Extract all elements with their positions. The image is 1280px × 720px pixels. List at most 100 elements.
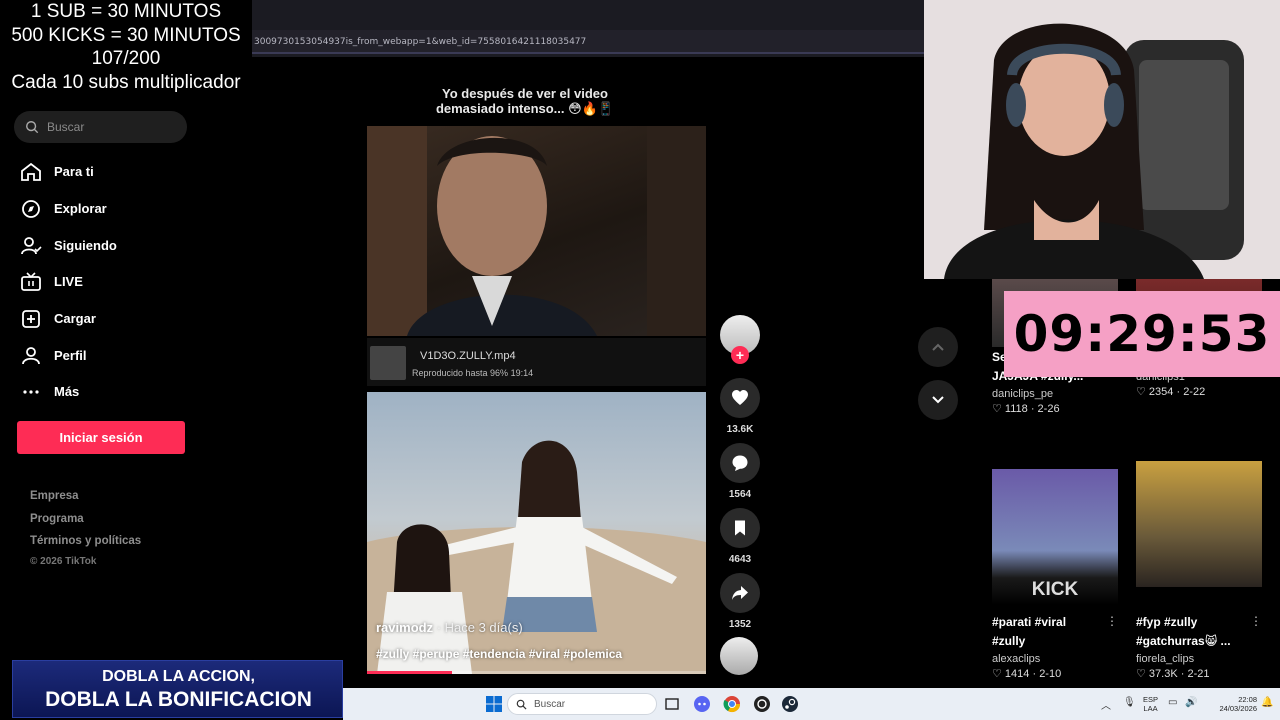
search-icon [516, 699, 527, 710]
related-stats: ♡ 37.3K · 2-21 [1136, 668, 1210, 680]
share-count: 1352 [728, 619, 752, 630]
network-icon[interactable]: ▭ [1168, 697, 1177, 708]
promo-line-1: DOBLA LA ACCION, [102, 668, 255, 685]
webcam-feed [924, 0, 1280, 279]
comment-action[interactable]: 1564 [720, 443, 760, 500]
related-title-line-2: #zully [992, 634, 1026, 648]
search-placeholder: Buscar [47, 120, 85, 134]
home-icon [21, 162, 41, 181]
related-thumbnail [1136, 461, 1262, 587]
url-text: 3009730153054937is_from_webapp=1&web_id=… [254, 37, 587, 47]
nav-item-para-ti[interactable]: Para ti [20, 160, 190, 184]
login-button[interactable]: Iniciar sesión [17, 421, 185, 454]
following-icon [21, 237, 42, 255]
tray-chevron-up-icon[interactable]: ︿ [1101, 697, 1111, 712]
file-progress: Reproducido hasta 96% 19:14 [412, 368, 534, 378]
nav-item-siguiendo[interactable]: Siguiendo [20, 234, 190, 258]
comment-icon [732, 455, 748, 471]
video-progress-bar[interactable] [367, 671, 706, 674]
taskbar-search[interactable]: Buscar [507, 693, 657, 715]
discord-icon[interactable] [693, 695, 711, 713]
more-options-icon[interactable]: ⋮ [1106, 614, 1118, 628]
related-title-line-1: #parati #viral [992, 615, 1067, 629]
microphone-icon[interactable]: 🎙 [1123, 697, 1136, 708]
author-name: ravimodz [376, 620, 434, 635]
video-player[interactable]: ravimodz · Hace 3 día(s) #zully #perupe … [367, 392, 706, 674]
more-dots-icon [23, 390, 39, 394]
video-frame-top[interactable] [367, 126, 706, 336]
footer-link-terminos[interactable]: Términos y políticas [30, 535, 141, 547]
lang-line-2: LAA [1143, 704, 1158, 713]
nav-item-live[interactable]: LIVE [20, 270, 190, 294]
file-thumbnail [370, 346, 406, 380]
taskbar-search-placeholder: Buscar [534, 699, 566, 710]
obs-icon[interactable] [753, 695, 771, 713]
related-author: daniclips_pe [992, 388, 1054, 400]
nav-item-cargar[interactable]: Cargar [20, 307, 190, 331]
overlay-line-4: Cada 10 subs multiplicador [11, 71, 241, 93]
chrome-icon[interactable] [723, 695, 741, 713]
nav-label: Siguiendo [54, 238, 117, 253]
like-action[interactable]: 13.6K [720, 378, 760, 435]
share-arrow-icon [732, 586, 748, 600]
overlay-line-3: 107/200 [91, 48, 161, 69]
nav-item-mas[interactable]: Más [20, 380, 190, 404]
video-caption: Yo después de ver el video demasiado int… [395, 86, 655, 116]
profile-icon [22, 347, 40, 365]
promo-line-2: DOBLA LA BONIFICACION [45, 688, 312, 711]
related-date: 2-21 [1187, 668, 1210, 680]
related-stats: ♡ 1118 · 2-26 [992, 403, 1060, 415]
comment-count: 1564 [728, 489, 752, 500]
nav-item-perfil[interactable]: Perfil [20, 344, 190, 368]
kick-watermark: KICK [1031, 579, 1079, 600]
nav-label: Para ti [54, 164, 94, 179]
scroll-up-button[interactable] [918, 327, 958, 367]
related-likes: 1414 [1004, 668, 1030, 680]
address-bar[interactable]: 3009730153054937is_from_webapp=1&web_id=… [252, 30, 924, 54]
more-options-icon[interactable]: ⋮ [1250, 614, 1262, 628]
related-date: 2-22 [1183, 386, 1206, 398]
steam-icon[interactable] [781, 695, 799, 713]
related-thumbnail: KICK [992, 469, 1118, 605]
volume-icon[interactable]: 🔊 [1185, 697, 1197, 708]
footer-link-empresa[interactable]: Empresa [30, 490, 79, 502]
subathon-timer: 09:29:53 [1004, 291, 1280, 377]
caption-line-2: demasiado intenso... 😳🔥📱 [435, 101, 615, 116]
follow-plus-icon[interactable]: + [731, 346, 749, 364]
live-tv-icon [21, 272, 41, 291]
overlay-line-2: 500 KICKS = 30 MINUTOS [11, 24, 241, 46]
streamer-webcam [924, 0, 1280, 279]
related-video-card-4[interactable]: #fyp #zully #gatchurras😸 ... fiorela_cli… [1136, 461, 1262, 680]
windows-taskbar: Buscar ︿ 🎙 ESP LAA ▭ 🔊 22:08 24/03/2026 … [343, 688, 1280, 720]
related-stats: ♡ 2354 · 2-22 [1136, 386, 1206, 398]
clock-time: 22:08 [1238, 695, 1257, 704]
video-hashtags[interactable]: #zully #perupe #tendencia #viral #polemi… [376, 647, 622, 661]
compass-icon [22, 200, 40, 218]
related-title-line-1: #fyp #zully [1136, 615, 1198, 629]
chevron-down-icon [932, 396, 944, 404]
nav-item-explorar[interactable]: Explorar [20, 197, 190, 221]
related-video-card-3[interactable]: KICK #parati #viral #zully alexaclips ♡ … [992, 469, 1118, 680]
related-date: 2-26 [1037, 403, 1060, 415]
next-creator-avatar[interactable] [720, 637, 758, 675]
language-indicator[interactable]: ESP LAA [1143, 695, 1158, 713]
file-preview-row[interactable]: V1D3O.ZULLY.mp4 Reproducido hasta 96% 19… [367, 338, 706, 386]
search-input[interactable]: Buscar [14, 111, 187, 143]
notification-icon[interactable]: 🔔 [1261, 697, 1273, 708]
share-action[interactable]: 1352 [720, 573, 760, 630]
save-action[interactable]: 4643 [720, 508, 760, 565]
footer-link-programa[interactable]: Programa [30, 513, 84, 525]
related-likes: 37.3K [1148, 668, 1178, 680]
clock-date: 24/03/2026 [1219, 704, 1257, 713]
scroll-down-button[interactable] [918, 380, 958, 420]
caption-line-1: Yo después de ver el video [442, 86, 608, 101]
upload-plus-icon [22, 310, 40, 328]
search-icon [26, 121, 39, 134]
task-view-icon[interactable] [663, 695, 681, 713]
promo-banner: DOBLA LA ACCION, DOBLA LA BONIFICACION [12, 660, 343, 718]
windows-start-icon[interactable] [485, 695, 503, 713]
overlay-line-1: 1 SUB = 30 MINUTOS [30, 1, 222, 22]
nav-label: LIVE [54, 274, 83, 289]
taskbar-clock[interactable]: 22:08 24/03/2026 [1213, 695, 1257, 713]
video-author[interactable]: ravimodz · Hace 3 día(s) [376, 620, 523, 635]
